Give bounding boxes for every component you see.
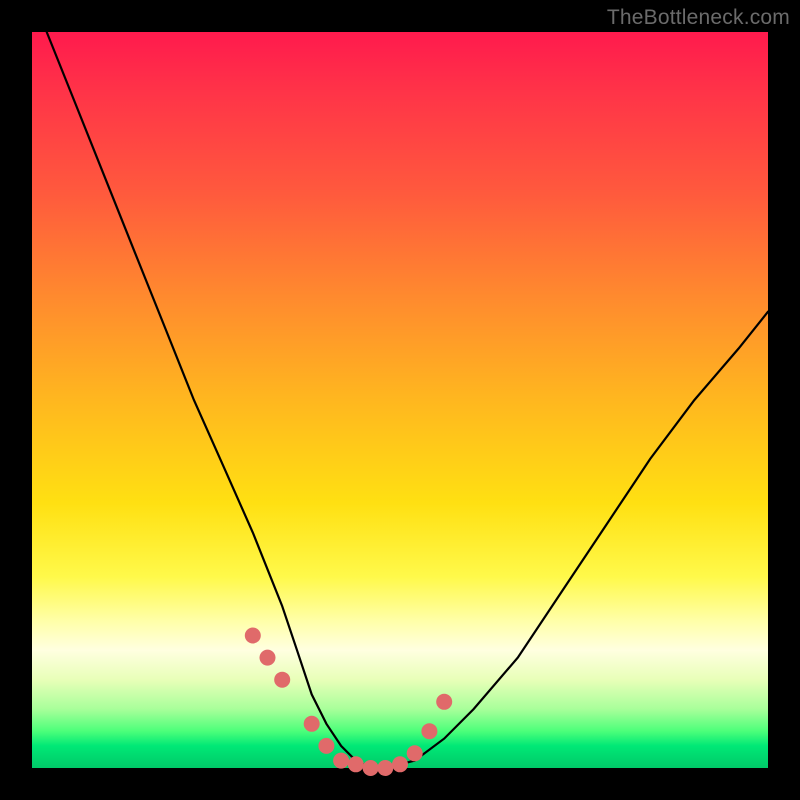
- highlight-dot: [392, 756, 408, 772]
- highlight-dot: [333, 753, 349, 769]
- highlight-dot: [436, 694, 452, 710]
- chart-frame: TheBottleneck.com: [0, 0, 800, 800]
- highlight-dot: [318, 738, 334, 754]
- highlight-dot: [377, 760, 393, 776]
- highlight-dot: [421, 723, 437, 739]
- highlight-dot: [245, 628, 261, 644]
- highlight-dot: [274, 672, 290, 688]
- highlight-dot: [304, 716, 320, 732]
- plot-area: [32, 32, 768, 768]
- highlight-dot: [363, 760, 379, 776]
- highlight-dot: [348, 756, 364, 772]
- highlight-dot: [407, 745, 423, 761]
- highlight-dot: [260, 650, 276, 666]
- watermark-text: TheBottleneck.com: [607, 6, 790, 30]
- curve-layer: [32, 32, 768, 768]
- bottleneck-curve: [47, 32, 768, 768]
